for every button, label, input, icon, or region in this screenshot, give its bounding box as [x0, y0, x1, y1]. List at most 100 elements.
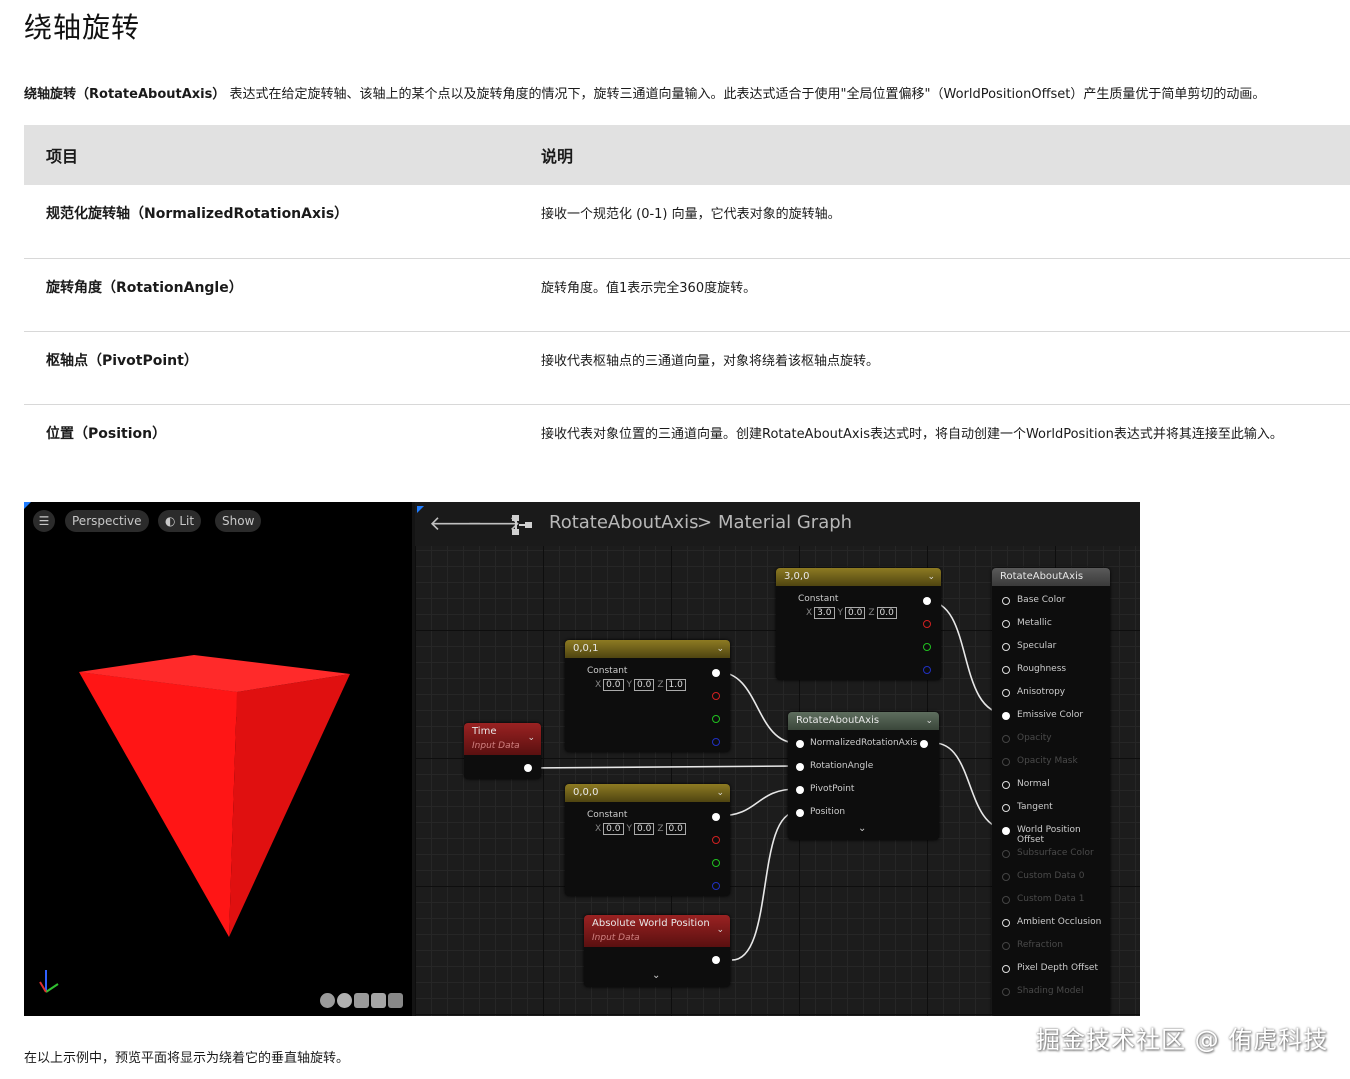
teapot-icon[interactable]	[388, 993, 403, 1008]
output-pin-b[interactable]	[923, 666, 931, 674]
node-header: Time Input Data ⌄	[464, 723, 541, 755]
absolute-world-position-node[interactable]: Absolute World Position Input Data ⌄ ⌄	[584, 915, 730, 987]
node-header: 0,0,0 ⌄	[565, 784, 730, 802]
input-pin[interactable]	[796, 809, 804, 817]
axis-z-label: Z	[868, 608, 875, 618]
input-pin[interactable]	[796, 763, 804, 771]
input-pin[interactable]	[1002, 873, 1010, 881]
input-pin[interactable]	[1002, 965, 1010, 973]
intro-term: 绕轴旋转（RotateAboutAxis）	[24, 87, 226, 102]
output-pin-g[interactable]	[712, 859, 720, 867]
node-title: Time	[472, 726, 497, 737]
input-label: World Position Offset	[1017, 825, 1081, 845]
input-label: Opacity Mask	[1017, 756, 1078, 766]
output-pin-g[interactable]	[712, 715, 720, 723]
row-description: 旋转角度。值1表示完全360度旋转。	[519, 258, 1350, 332]
input-pin[interactable]	[1002, 758, 1010, 766]
y-value-field[interactable]: 0.0	[845, 607, 866, 619]
input-pin[interactable]	[1002, 896, 1010, 904]
preview-viewport[interactable]: ☰ Perspective ◐ Lit Show	[24, 502, 412, 1016]
input-pin[interactable]	[1002, 827, 1010, 835]
output-pin-b[interactable]	[712, 882, 720, 890]
sphere-icon[interactable]	[337, 993, 352, 1008]
column-header-description: 说明	[519, 125, 1350, 185]
input-pin[interactable]	[1002, 942, 1010, 950]
cube-left-face	[79, 672, 237, 937]
input-pin[interactable]	[1002, 643, 1010, 651]
rotate-about-axis-node[interactable]: RotateAboutAxis ⌄ NormalizedRotationAxis …	[788, 712, 939, 840]
node-label: Constant	[798, 594, 839, 604]
input-pin[interactable]	[796, 740, 804, 748]
chevron-down-icon[interactable]: ⌄	[927, 568, 935, 586]
row-name: 旋转角度（RotationAngle）	[24, 258, 519, 332]
output-pin-b[interactable]	[712, 738, 720, 746]
output-pin[interactable]	[712, 956, 720, 964]
row-name: 枢轴点（PivotPoint）	[24, 331, 519, 405]
constant-node-000[interactable]: 0,0,0 ⌄ Constant X 0.0 Y 0.0 Z 0.0	[565, 784, 730, 896]
page-title: 绕轴旋转	[24, 11, 141, 44]
node-label: Constant	[587, 666, 628, 676]
cylinder-icon[interactable]	[320, 993, 335, 1008]
expand-chevron-icon[interactable]: ⌄	[858, 823, 866, 834]
output-pin-g[interactable]	[923, 643, 931, 651]
input-label: Emissive Color	[1017, 710, 1084, 720]
chevron-down-icon[interactable]: ⌄	[527, 731, 535, 745]
input-label: Specular	[1017, 641, 1057, 651]
output-pin-rgb[interactable]	[712, 813, 720, 821]
constant-node-300[interactable]: 3,0,0 ⌄ Constant X 3.0 Y 0.0 Z 0.0	[776, 568, 941, 680]
input-label: Metallic	[1017, 618, 1052, 628]
z-value-field[interactable]: 1.0	[665, 679, 686, 691]
z-value-field[interactable]: 0.0	[665, 823, 686, 835]
node-title: RotateAboutAxis	[1000, 571, 1084, 582]
input-label: Base Color	[1017, 595, 1066, 605]
input-pin[interactable]	[1002, 919, 1010, 927]
output-pin[interactable]	[920, 740, 928, 748]
constant-node-001[interactable]: 0,0,1 ⌄ Constant X 0.0 Y 0.0 Z 1.0	[565, 640, 730, 752]
input-pin[interactable]	[1002, 712, 1010, 720]
input-label: NormalizedRotationAxis	[810, 738, 918, 748]
chevron-down-icon[interactable]: ⌄	[716, 923, 724, 937]
plane-icon[interactable]	[354, 993, 369, 1008]
y-value-field[interactable]: 0.0	[634, 823, 655, 835]
material-result-node[interactable]: RotateAboutAxis Base Color Metallic Specul…	[992, 568, 1110, 1016]
chevron-down-icon[interactable]: ⌄	[716, 784, 724, 802]
input-pin[interactable]	[1002, 781, 1010, 789]
output-pin-r[interactable]	[712, 836, 720, 844]
output-pin-r[interactable]	[712, 692, 720, 700]
input-pin[interactable]	[1002, 735, 1010, 743]
node-title: RotateAboutAxis	[796, 715, 880, 726]
input-pin[interactable]	[1002, 689, 1010, 697]
input-pin[interactable]	[1002, 666, 1010, 674]
x-value-field[interactable]: 0.0	[603, 823, 624, 835]
chevron-down-icon[interactable]: ⌄	[716, 640, 724, 658]
column-header-item: 项目	[24, 125, 519, 185]
axis-z-label: Z	[657, 824, 664, 834]
axis-y-label: Y	[626, 680, 633, 690]
row-description: 接收代表对象位置的三通道向量。创建RotateAboutAxis表达式时，将自动…	[541, 426, 1283, 442]
node-title: 0,0,1	[573, 643, 599, 654]
x-value-field[interactable]: 3.0	[814, 607, 835, 619]
material-graph-panel[interactable]: 🡐 🡒 RotateAboutAxis > Material Graph 3,0…	[415, 502, 1140, 1016]
expand-chevron-icon[interactable]: ⌄	[652, 970, 660, 981]
output-pin-rgb[interactable]	[712, 669, 720, 677]
input-pin[interactable]	[1002, 850, 1010, 858]
axis-gizmo-icon	[39, 970, 59, 993]
z-value-field[interactable]: 0.0	[876, 607, 897, 619]
input-pin[interactable]	[1002, 597, 1010, 605]
output-pin-rgb[interactable]	[923, 597, 931, 605]
input-label: Pixel Depth Offset	[1017, 963, 1098, 973]
vector-fields: X 0.0 Y 0.0 Z 0.0	[595, 823, 689, 835]
time-node[interactable]: Time Input Data ⌄	[464, 723, 541, 779]
input-pin[interactable]	[796, 786, 804, 794]
node-header: RotateAboutAxis ⌄	[788, 712, 939, 730]
output-pin[interactable]	[524, 764, 532, 772]
input-label: Subsurface Color	[1017, 848, 1094, 858]
cube-icon[interactable]	[371, 993, 386, 1008]
y-value-field[interactable]: 0.0	[634, 679, 655, 691]
input-pin[interactable]	[1002, 988, 1010, 996]
output-pin-r[interactable]	[923, 620, 931, 628]
x-value-field[interactable]: 0.0	[603, 679, 624, 691]
input-pin[interactable]	[1002, 620, 1010, 628]
chevron-down-icon[interactable]: ⌄	[925, 712, 933, 730]
input-pin[interactable]	[1002, 804, 1010, 812]
